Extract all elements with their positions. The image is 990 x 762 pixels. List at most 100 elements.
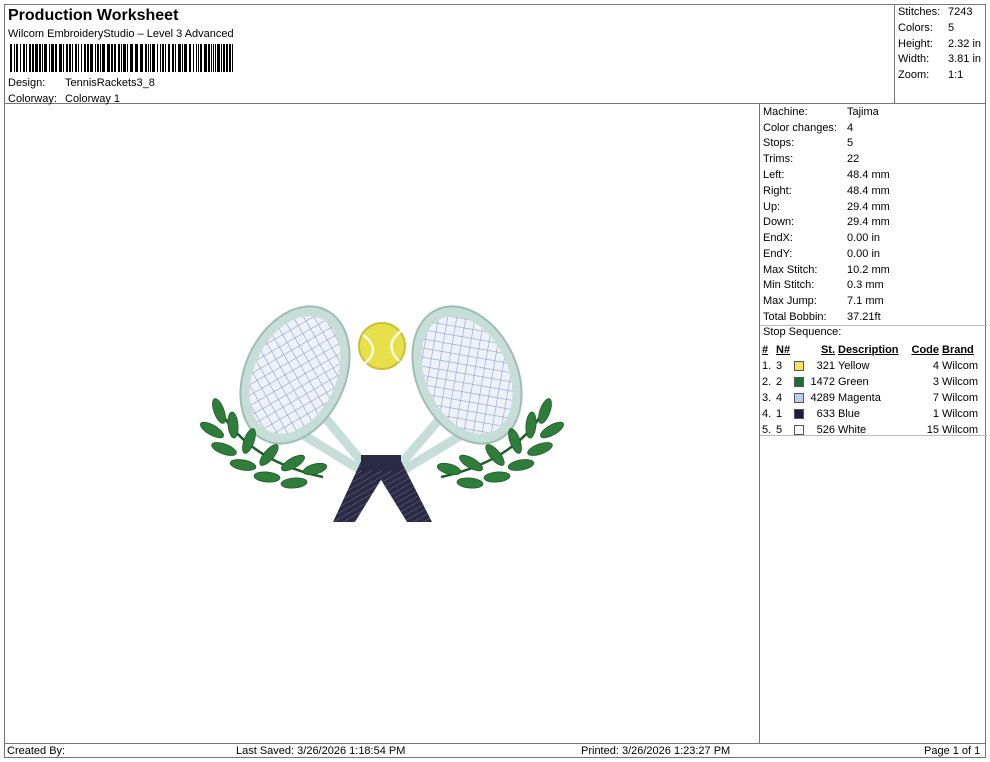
row-description: Green bbox=[838, 376, 869, 388]
table-row: 1. 3 321 Yellow 4 Wilcom bbox=[762, 358, 981, 374]
barcode-bar bbox=[16, 44, 18, 72]
stat-row: Zoom: 1:1 bbox=[898, 69, 986, 85]
row-code: 15 bbox=[926, 424, 939, 436]
stat-row: Stitches: 7243 bbox=[898, 6, 986, 22]
color-swatch bbox=[794, 422, 808, 438]
color-swatch-box bbox=[794, 425, 804, 436]
barcode-bar bbox=[193, 44, 194, 72]
barcode-bar bbox=[51, 44, 54, 72]
tennis-ball bbox=[358, 322, 406, 370]
worksheet-header: Production Worksheet Wilcom EmbroiderySt… bbox=[4, 4, 895, 105]
stat-label: Zoom: bbox=[898, 69, 930, 82]
row-code: 7 bbox=[932, 392, 939, 404]
barcode-bar bbox=[111, 44, 113, 72]
info-value: 0.00 in bbox=[847, 248, 881, 260]
barcode-bar bbox=[229, 44, 231, 72]
row-code: 4 bbox=[932, 360, 939, 372]
barcode-bar bbox=[208, 44, 210, 72]
stat-value: 2.32 in bbox=[948, 37, 982, 50]
barcode-bar bbox=[152, 44, 155, 72]
table-row: 4. 1 633 Blue 1 Wilcom bbox=[762, 406, 981, 422]
stat-value: 5 bbox=[948, 21, 955, 34]
info-value: 29.4 mm bbox=[847, 201, 890, 213]
row-brand: Wilcom bbox=[942, 392, 979, 404]
barcode-bar bbox=[81, 44, 82, 72]
info-row: Trims: 22 bbox=[763, 153, 859, 165]
info-label: Up: bbox=[763, 201, 781, 213]
row-description: White bbox=[838, 424, 867, 436]
barcode-bar bbox=[107, 44, 110, 72]
barcode-bar bbox=[175, 44, 176, 72]
info-value: 0.00 in bbox=[847, 232, 881, 244]
barcode bbox=[10, 44, 233, 72]
tennis-rackets-artwork bbox=[200, 305, 564, 522]
last-saved: Last Saved: 3/26/2026 1:18:54 PM bbox=[236, 745, 406, 757]
colorway-value: Colorway 1 bbox=[65, 93, 121, 105]
info-value: Tajima bbox=[847, 106, 879, 118]
stat-value: 1:1 bbox=[948, 69, 964, 82]
barcode-bar bbox=[59, 44, 62, 72]
stat-label: Width: bbox=[898, 53, 930, 66]
row-stitches: 633 bbox=[816, 408, 835, 420]
info-row: Left: 48.4 mm bbox=[763, 169, 890, 181]
barcode-bar bbox=[157, 44, 158, 72]
info-value: 48.4 mm bbox=[847, 185, 890, 197]
info-label: Stops: bbox=[763, 137, 795, 149]
info-label: Down: bbox=[763, 216, 795, 228]
stop-sequence-title: Stop Sequence: bbox=[763, 326, 842, 338]
info-label: Color changes: bbox=[763, 122, 837, 134]
barcode-bar bbox=[130, 44, 133, 72]
row-brand: Wilcom bbox=[942, 376, 979, 388]
col-swatch bbox=[794, 342, 808, 358]
barcode-bar bbox=[168, 44, 170, 72]
barcode-bar bbox=[72, 44, 73, 72]
col-stitches: St. bbox=[820, 344, 835, 356]
color-swatch-box bbox=[794, 377, 804, 388]
barcode-bar bbox=[69, 44, 71, 72]
barcode-bar bbox=[49, 44, 50, 72]
barcode-bar bbox=[217, 44, 220, 72]
color-swatch bbox=[794, 358, 808, 374]
barcode-bar bbox=[78, 44, 79, 72]
design-preview bbox=[5, 105, 759, 743]
info-row: Machine: Tajima bbox=[763, 106, 879, 118]
info-row: Up: 29.4 mm bbox=[763, 201, 890, 213]
barcode-bar bbox=[75, 44, 77, 72]
col-brand: Brand bbox=[942, 344, 974, 356]
barcode-bar bbox=[35, 44, 38, 72]
info-row: Color changes: 4 bbox=[763, 122, 853, 134]
row-description: Yellow bbox=[838, 360, 870, 372]
barcode-bar bbox=[26, 44, 27, 72]
color-swatch-box bbox=[794, 361, 804, 372]
barcode-bar bbox=[135, 44, 138, 72]
barcode-bar bbox=[223, 44, 225, 72]
row-needle: 4 bbox=[776, 392, 783, 404]
info-value: 0.3 mm bbox=[847, 279, 884, 291]
barcode-bar bbox=[63, 44, 64, 72]
barcode-bar bbox=[87, 44, 89, 72]
row-brand: Wilcom bbox=[942, 408, 979, 420]
table-header-row: # N# St. Description Code Brand bbox=[762, 342, 981, 358]
created-by: Created By: bbox=[7, 745, 66, 757]
barcode-bar bbox=[165, 44, 166, 72]
row-stitches: 1472 bbox=[810, 376, 835, 388]
color-swatch-box bbox=[794, 393, 804, 404]
info-row: Down: 29.4 mm bbox=[763, 216, 890, 228]
barcode-bar bbox=[198, 44, 199, 72]
info-label: EndY: bbox=[763, 248, 793, 260]
stat-label: Colors: bbox=[898, 21, 933, 34]
info-value: 29.4 mm bbox=[847, 216, 890, 228]
barcode-bar bbox=[232, 44, 233, 72]
barcode-bar bbox=[162, 44, 164, 72]
col-description: Description bbox=[838, 344, 899, 356]
info-value: 22 bbox=[847, 153, 860, 165]
info-label: Trims: bbox=[763, 153, 794, 165]
row-index: 3. bbox=[762, 392, 772, 404]
barcode-bar bbox=[178, 44, 181, 72]
barcode-bar bbox=[215, 44, 216, 72]
design-value: TennisRackets3_8 bbox=[65, 77, 155, 89]
barcode-bar bbox=[150, 44, 151, 72]
color-swatch bbox=[794, 374, 808, 390]
info-row: Total Bobbin: 37.21ft bbox=[763, 311, 881, 323]
info-label: Max Stitch: bbox=[763, 264, 818, 276]
